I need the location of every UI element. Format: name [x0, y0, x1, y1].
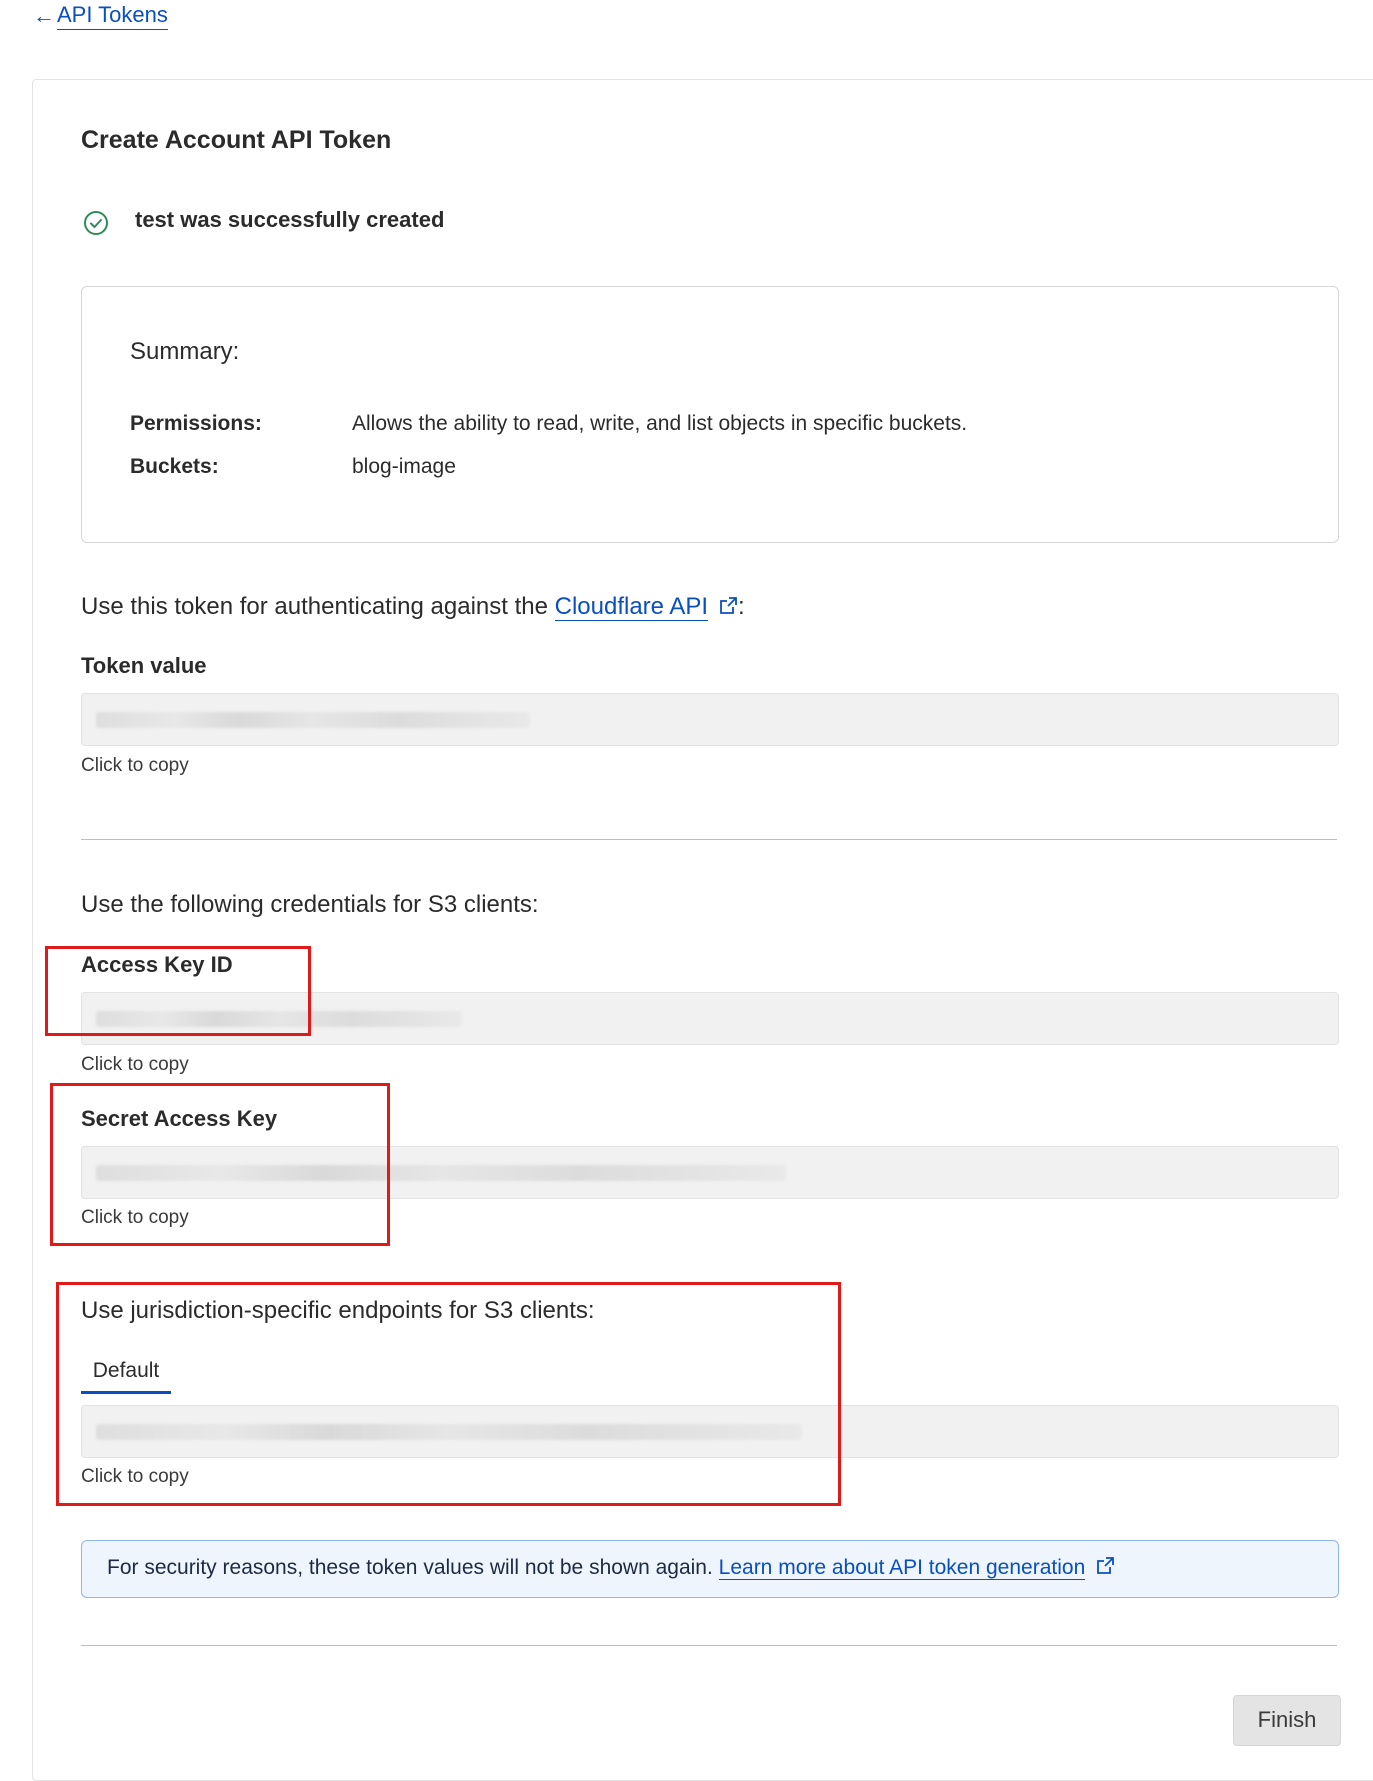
section-divider — [81, 839, 1337, 840]
footer-divider — [81, 1645, 1337, 1646]
page-title: Create Account API Token — [81, 126, 392, 154]
summary-key-buckets: Buckets: — [130, 455, 219, 478]
security-notice-text: For security reasons, these token values… — [107, 1556, 1115, 1580]
token-copy-hint[interactable]: Click to copy — [81, 755, 189, 777]
security-notice-message: For security reasons, these token values… — [107, 1556, 719, 1579]
back-link-api-tokens[interactable]: ← API Tokens — [33, 2, 168, 30]
token-intro: Use this token for authenticating agains… — [81, 593, 745, 621]
external-link-icon[interactable] — [718, 596, 738, 616]
success-message: test was successfully created — [135, 207, 445, 232]
summary-value-buckets: blog-image — [352, 455, 456, 478]
security-notice: For security reasons, these token values… — [81, 1540, 1339, 1598]
token-value-field[interactable] — [81, 693, 1339, 746]
annotation-box-endpoints — [56, 1282, 841, 1506]
token-value-redacted — [96, 712, 530, 728]
summary-key-permissions: Permissions: — [130, 412, 262, 435]
cloudflare-api-link[interactable]: Cloudflare API — [554, 593, 709, 621]
finish-button[interactable]: Finish — [1233, 1695, 1341, 1746]
arrow-left-icon: ← — [33, 3, 55, 28]
annotation-box-access-key — [45, 946, 311, 1036]
token-intro-prefix: Use this token for authenticating agains… — [81, 593, 555, 620]
token-value-label: Token value — [81, 653, 207, 678]
external-link-icon[interactable] — [1095, 1556, 1115, 1576]
summary-title: Summary: — [130, 338, 240, 365]
annotation-box-secret-key — [50, 1083, 390, 1246]
check-circle-icon — [84, 211, 108, 235]
s3-credentials-intro: Use the following credentials for S3 cli… — [81, 891, 539, 918]
learn-more-link[interactable]: Learn more about API token generation — [718, 1556, 1086, 1580]
summary-value-permissions: Allows the ability to read, write, and l… — [352, 412, 968, 435]
back-link-label: API Tokens — [57, 2, 168, 30]
access-key-copy-hint[interactable]: Click to copy — [81, 1054, 189, 1076]
token-intro-suffix: : — [738, 593, 745, 620]
